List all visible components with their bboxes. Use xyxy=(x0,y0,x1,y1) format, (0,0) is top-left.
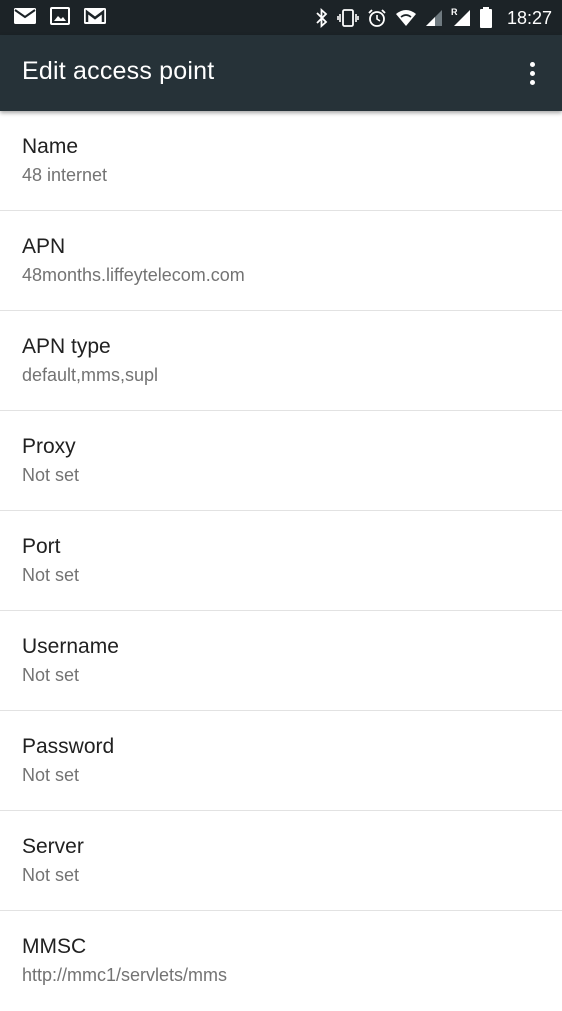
preference-summary: Not set xyxy=(22,565,80,585)
preference-apn[interactable]: APN 48months.liffeytelecom.com xyxy=(0,211,562,311)
preference-summary: Not set xyxy=(22,665,80,685)
preference-server[interactable]: Server Not set xyxy=(0,811,562,911)
vibrate-icon xyxy=(337,8,359,28)
preference-name[interactable]: Name 48 internet xyxy=(0,111,562,211)
preference-summary: http://mmc1/servlets/mms xyxy=(22,965,228,985)
signal-icon xyxy=(425,9,443,27)
preference-summary: 48months.liffeytelecom.com xyxy=(22,265,245,285)
preference-proxy[interactable]: Proxy Not set xyxy=(0,411,562,511)
bluetooth-icon xyxy=(315,8,329,28)
preference-title: Username xyxy=(22,635,119,658)
more-vert-icon[interactable] xyxy=(514,53,550,93)
preference-title: Server xyxy=(22,835,84,858)
preference-title: Proxy xyxy=(22,435,76,458)
status-time: 18:27 xyxy=(506,7,552,28)
preference-title: Port xyxy=(22,535,61,558)
status-bar-system: R 18:27 xyxy=(315,5,552,31)
preference-mmsc[interactable]: MMSC http://mmc1/servlets/mms xyxy=(0,911,562,1011)
preference-username[interactable]: Username Not set xyxy=(0,611,562,711)
preference-title: Name xyxy=(22,135,79,158)
status-bar-notifications xyxy=(14,7,106,25)
preference-summary: Not set xyxy=(22,865,80,885)
roaming-label: R xyxy=(450,7,458,17)
preference-summary: 48 internet xyxy=(22,165,108,185)
preference-summary: default,mms,supl xyxy=(22,365,159,385)
wifi-icon xyxy=(395,9,417,27)
preference-list: Name 48 internet APN 48months.liffeytele… xyxy=(0,111,562,1011)
roaming-signal-icon: R xyxy=(450,7,471,27)
gmail-icon xyxy=(84,7,106,25)
page-title: Edit access point xyxy=(22,57,215,85)
preference-summary: Not set xyxy=(22,765,80,785)
preference-title: MMSC xyxy=(22,935,87,958)
alarm-icon xyxy=(367,8,387,28)
app-bar: Edit access point xyxy=(0,35,562,111)
preference-summary: Not set xyxy=(22,465,80,485)
overflow-dot xyxy=(529,70,535,76)
preference-title: Password xyxy=(22,735,115,758)
preference-password[interactable]: Password Not set xyxy=(0,711,562,811)
image-icon xyxy=(50,7,70,25)
status-bar: R 18:27 xyxy=(0,0,562,35)
preference-apn-type[interactable]: APN type default,mms,supl xyxy=(0,311,562,411)
preference-port[interactable]: Port Not set xyxy=(0,511,562,611)
battery-icon xyxy=(479,7,493,29)
overflow-dot xyxy=(529,79,535,85)
preference-title: APN xyxy=(22,235,66,258)
overflow-dot xyxy=(529,61,535,67)
preference-title: APN type xyxy=(22,335,111,358)
email-icon xyxy=(14,7,36,25)
